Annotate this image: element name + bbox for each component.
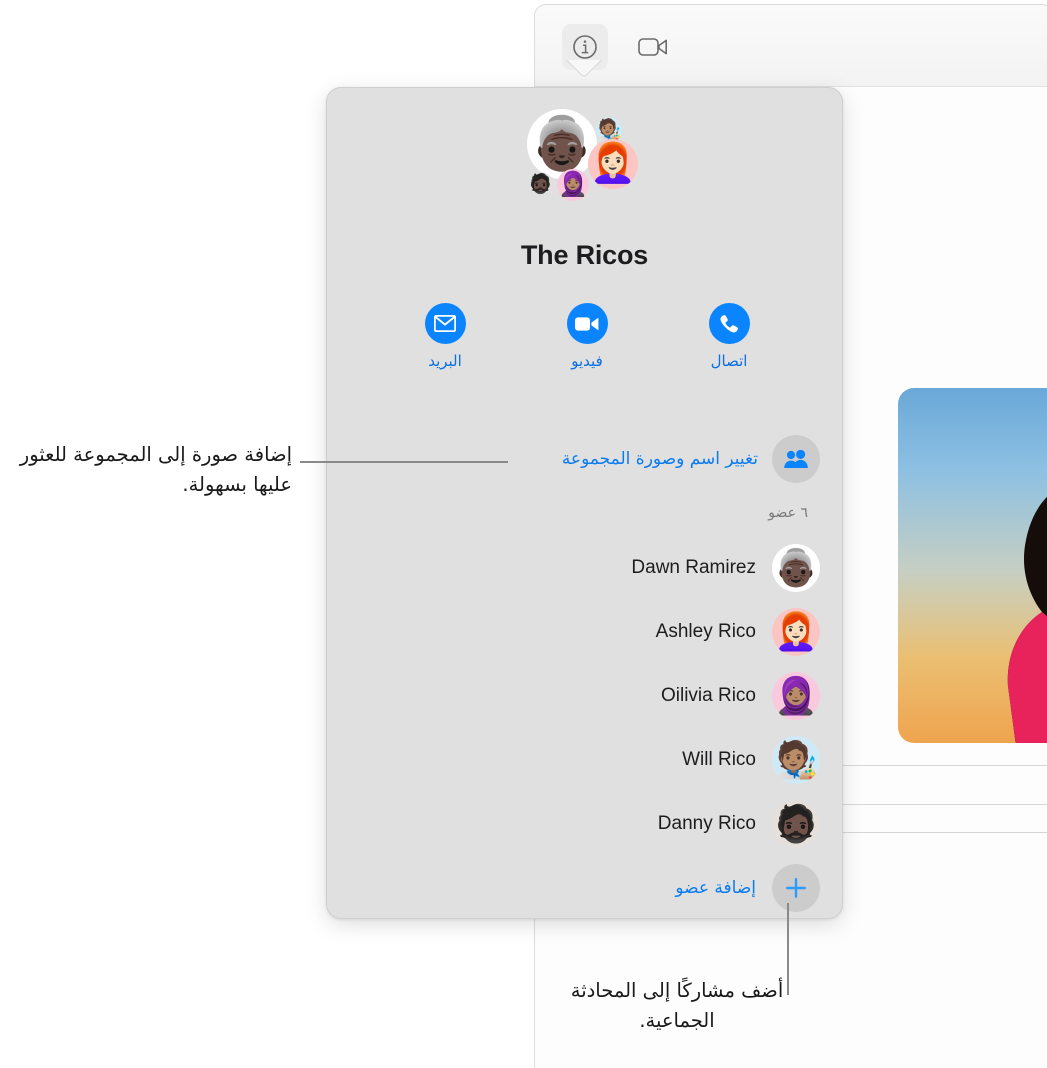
avatar-emoji: 👵🏿 bbox=[529, 115, 595, 173]
phone-icon bbox=[720, 314, 738, 333]
window-toolbar bbox=[535, 5, 1047, 87]
member-count-label: ٦ عضو bbox=[768, 505, 808, 521]
callout-text-add-photo: إضافة صورة إلى المجموعة للعثور عليها بسه… bbox=[19, 443, 292, 497]
member-list: 👵🏿 Dawn Ramirez 👩🏻‍🦰 Ashley Rico 🧕🏽 Oili… bbox=[346, 536, 820, 920]
plus-icon bbox=[786, 878, 806, 898]
action-video-label: فيديو bbox=[571, 352, 603, 370]
photo-message-bubble[interactable] bbox=[898, 388, 1047, 743]
member-name: Danny Rico bbox=[657, 813, 756, 834]
add-member-button[interactable] bbox=[772, 864, 820, 912]
group-title: The Ricos bbox=[520, 240, 649, 270]
action-mail-button[interactable]: البريد bbox=[397, 303, 493, 370]
mail-button-circle bbox=[424, 303, 466, 344]
avatar-emoji: 🧔🏿 bbox=[528, 174, 553, 195]
facetime-button[interactable] bbox=[630, 24, 676, 70]
callout-leader-line-photo bbox=[300, 461, 508, 463]
callout-leader-line-add bbox=[787, 903, 789, 995]
video-camera-icon bbox=[638, 38, 667, 56]
member-avatar: 🧑🏽‍🎨 bbox=[772, 736, 820, 784]
member-row[interactable]: 👵🏿 Dawn Ramirez bbox=[346, 536, 820, 600]
member-avatar: 👵🏿 bbox=[772, 544, 820, 592]
avatar-emoji: 👵🏿 bbox=[773, 547, 819, 588]
avatar-emoji: 🧕🏽 bbox=[773, 675, 819, 716]
member-name: Ashley Rico bbox=[655, 621, 756, 642]
video-icon bbox=[575, 316, 599, 331]
member-row[interactable]: 🧑🏽‍🎨 Will Rico bbox=[346, 728, 820, 792]
member-name: Oilivia Rico bbox=[660, 685, 756, 706]
action-mail-label: البريد bbox=[428, 352, 462, 370]
member-avatar: 🧕🏽 bbox=[772, 672, 820, 720]
photo-subject-silhouette bbox=[1007, 497, 1047, 743]
avatar-emoji: 👩🏻‍🦰 bbox=[589, 143, 637, 185]
member-name: Will Rico bbox=[682, 749, 756, 770]
avatar-emoji: 🧔🏿 bbox=[773, 803, 819, 844]
action-video-button[interactable]: فيديو bbox=[539, 303, 635, 370]
cluster-avatar-primary: 👵🏿 bbox=[527, 109, 597, 179]
action-call-button[interactable]: اتصال bbox=[681, 303, 777, 370]
popover-arrow bbox=[560, 60, 606, 86]
member-row[interactable]: 🧕🏽 Oilivia Rico bbox=[346, 664, 820, 728]
member-name: Dawn Ramirez bbox=[631, 557, 756, 578]
change-group-name-row[interactable]: تغيير اسم وصورة المجموعة bbox=[562, 435, 820, 483]
callout-text-add-participant: أضف مشاركًا إلى المحادثة الجماعية. bbox=[570, 979, 784, 1033]
action-call-label: اتصال bbox=[710, 352, 748, 370]
add-member-label: إضافة عضو bbox=[675, 878, 756, 898]
cluster-avatar-quinary: 🧕🏽 bbox=[557, 169, 589, 201]
cluster-avatar-tertiary: 👩🏻‍🦰 bbox=[588, 139, 638, 189]
mail-icon bbox=[434, 315, 456, 332]
avatar-emoji: 🧑🏽‍🎨 bbox=[596, 119, 622, 141]
member-row[interactable]: 👩🏻‍🦰 Ashley Rico bbox=[346, 600, 820, 664]
avatar-emoji: 🧑🏽‍🎨 bbox=[773, 739, 819, 780]
add-member-row[interactable]: إضافة عضو bbox=[346, 856, 820, 920]
avatar-emoji: 👩🏻‍🦰 bbox=[773, 611, 819, 652]
group-action-buttons: البريد فيديو اتصال bbox=[397, 303, 777, 370]
member-row[interactable]: 🧔🏿 Danny Rico bbox=[346, 792, 820, 856]
group-avatar-cluster[interactable]: 👵🏿 🧑🏽‍🎨 👩🏻‍🦰 🧔🏿 🧕🏽 bbox=[505, 107, 665, 219]
people-icon bbox=[784, 449, 808, 468]
video-button-circle bbox=[566, 303, 608, 344]
change-group-name-label: تغيير اسم وصورة المجموعة bbox=[561, 449, 758, 469]
cluster-avatar-quaternary: 🧔🏿 bbox=[528, 172, 553, 197]
info-circle-icon bbox=[573, 35, 597, 59]
member-avatar: 🧔🏿 bbox=[772, 800, 820, 848]
group-details-popover: 👵🏿 🧑🏽‍🎨 👩🏻‍🦰 🧔🏿 🧕🏽 The Ricos bbox=[326, 87, 843, 919]
group-people-icon-button[interactable] bbox=[772, 435, 820, 483]
avatar-emoji: 🧕🏽 bbox=[558, 171, 588, 198]
member-avatar: 👩🏻‍🦰 bbox=[772, 608, 820, 656]
call-button-circle bbox=[708, 303, 750, 344]
